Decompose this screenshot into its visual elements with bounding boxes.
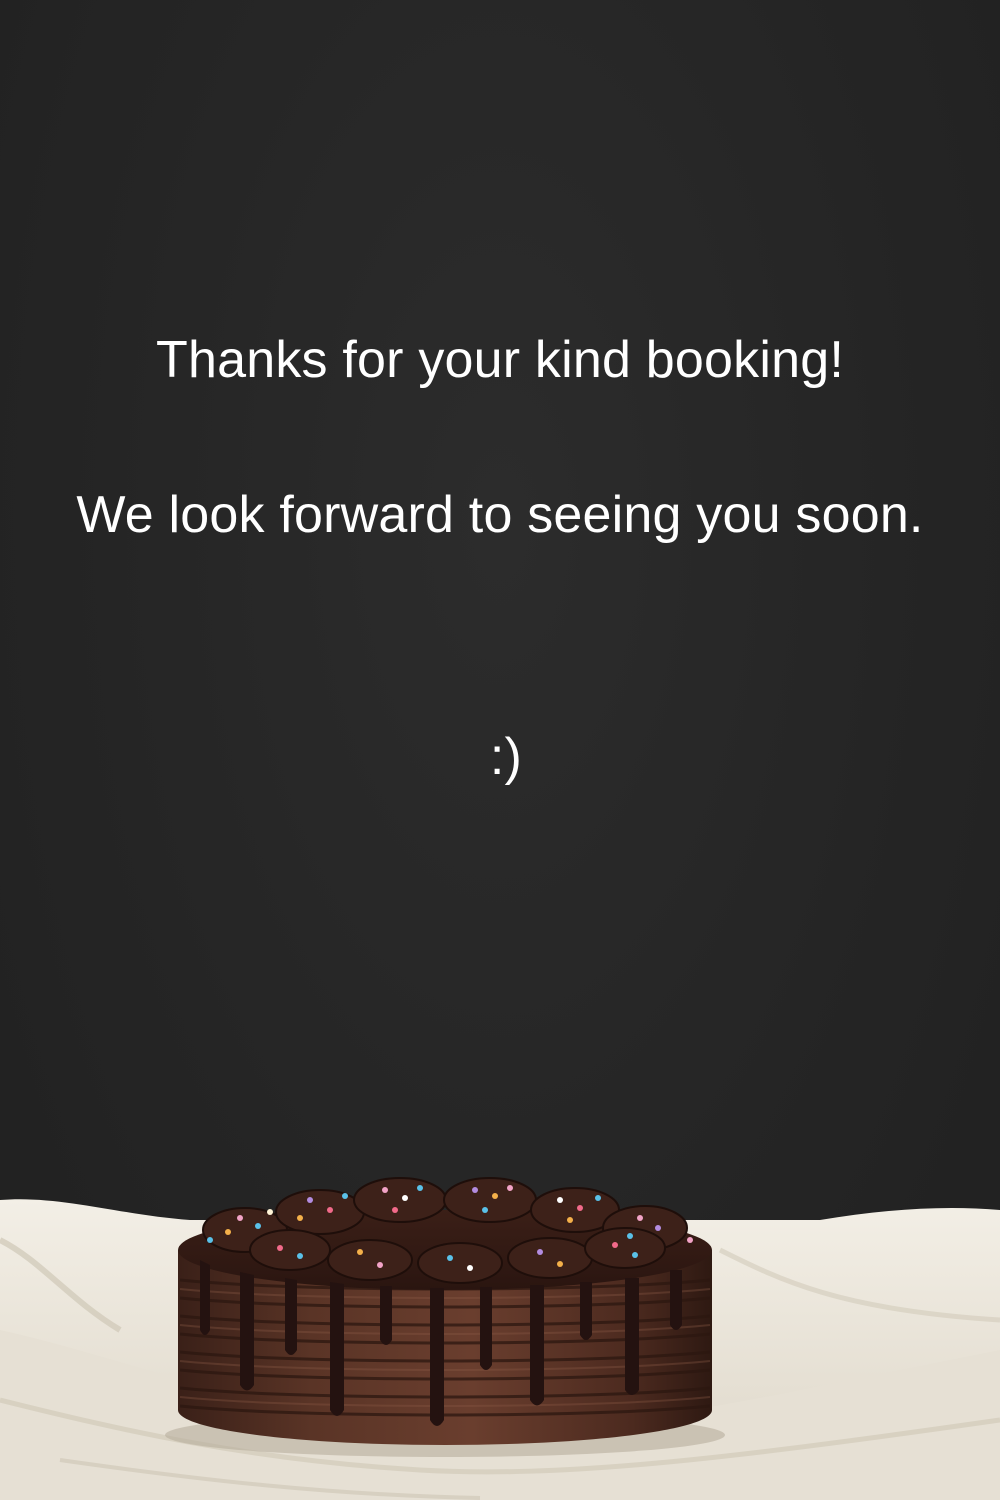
smiley-text: :): [489, 728, 523, 786]
booking-confirmation-card: Thanks for your kind booking! We look fo…: [0, 0, 1000, 1500]
see-you-soon-message: We look forward to seeing you soon.: [76, 486, 924, 544]
chocolate-cake: [178, 1177, 712, 1445]
cake-photo: [0, 1177, 1000, 1500]
thanks-message: Thanks for your kind booking!: [156, 331, 844, 389]
